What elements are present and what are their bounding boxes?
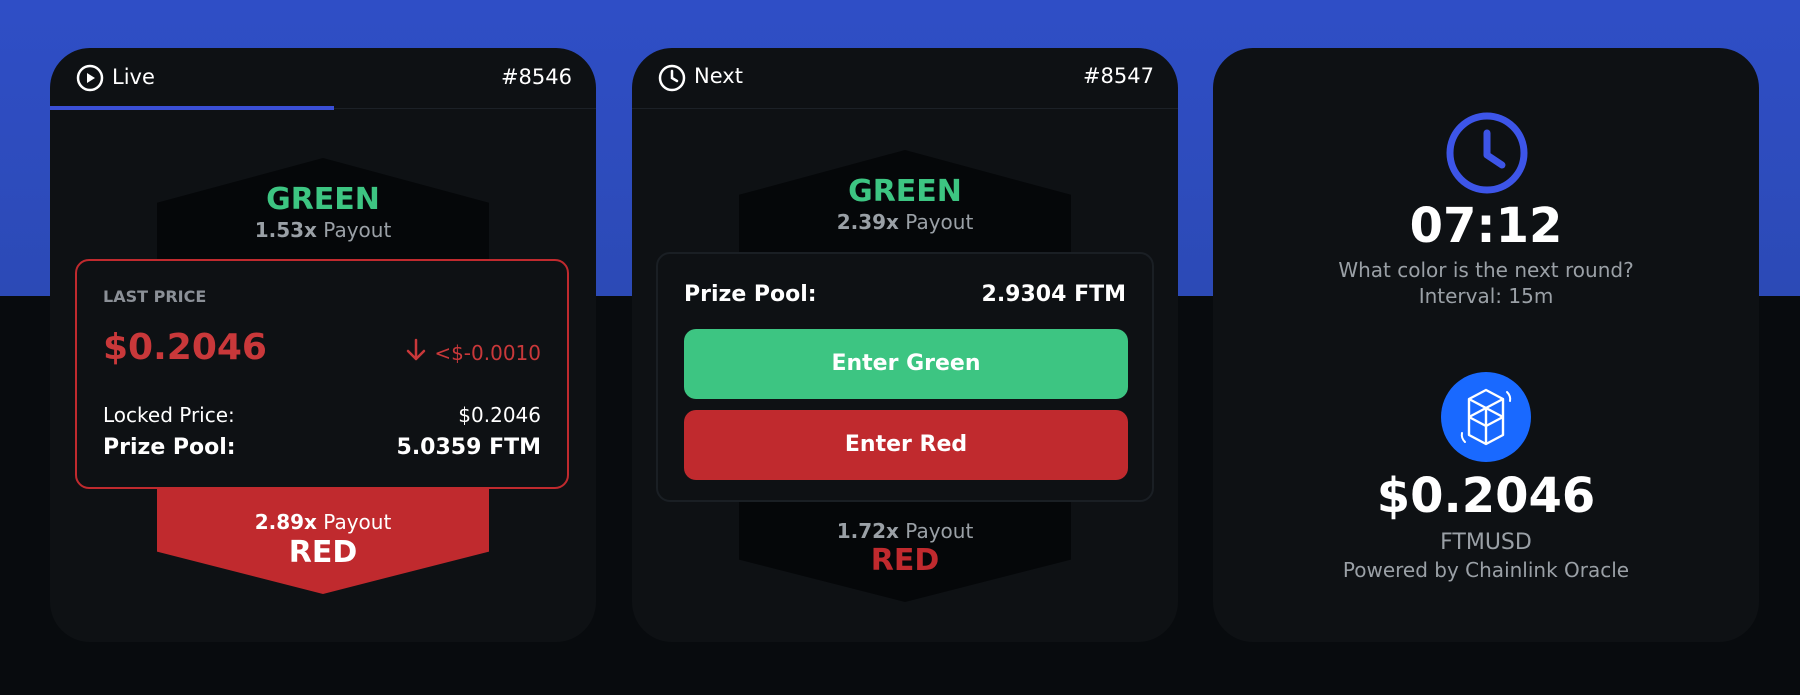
price-change: <$-0.0010 [406, 338, 541, 367]
price-change-value: <$-0.0010 [434, 340, 541, 365]
green-multiplier: 1.53x [254, 218, 317, 242]
red-payout: 1.72x Payout [632, 519, 1178, 543]
fantom-logo-icon [1441, 372, 1531, 462]
enter-panel: Prize Pool: 2.9304 FTM Enter Green Enter… [656, 252, 1154, 502]
round-interval: Interval: 15m [1418, 284, 1554, 308]
payout-word: Payout [323, 218, 392, 242]
prize-pool-label: Prize Pool: [103, 435, 236, 460]
red-multiplier: 1.72x [836, 519, 899, 543]
live-card-header: Live #8546 [50, 48, 596, 109]
locked-price-value: $0.2046 [458, 403, 541, 427]
enter-green-button[interactable]: Enter Green [684, 329, 1128, 399]
round-question: What color is the next round? [1338, 258, 1634, 282]
live-round-number: #8546 [500, 65, 572, 89]
green-payout: 2.39x Payout [632, 210, 1178, 234]
next-card-header: Next #8547 [632, 48, 1178, 109]
live-status-label: Live [112, 65, 155, 89]
green-payout: 1.53x Payout [50, 218, 596, 242]
arrow-down-icon [406, 338, 426, 367]
payout-word: Payout [905, 210, 974, 234]
last-price-panel: LAST PRICE $0.2046 <$-0.0010 Locked Pric… [75, 259, 569, 489]
prize-pool-label: Prize Pool: [684, 282, 817, 307]
red-multiplier: 2.89x [254, 510, 317, 534]
locked-price-label: Locked Price: [103, 403, 235, 427]
live-round-card: Live #8546 GREEN 1.53x Payout 2.89x Payo… [50, 48, 596, 642]
next-round-number: #8547 [1082, 64, 1154, 88]
last-price-caption: LAST PRICE [103, 287, 207, 306]
round-progress-bar [50, 106, 596, 110]
prize-pool-value: 2.9304 FTM [981, 282, 1126, 307]
oracle-credit: Powered by Chainlink Oracle [1342, 558, 1630, 582]
next-round-card: Next #8547 GREEN 2.39x Payout 1.72x Payo… [632, 48, 1178, 642]
prize-pool-row: Prize Pool: 2.9304 FTM [684, 282, 1126, 307]
green-label: GREEN [848, 174, 962, 209]
payout-word: Payout [323, 510, 392, 534]
clock-icon [658, 64, 686, 92]
token-pair: FTMUSD [1440, 530, 1532, 555]
next-status-label: Next [694, 64, 743, 88]
red-payout: 2.89x Payout [50, 510, 596, 534]
enter-red-button[interactable]: Enter Red [684, 410, 1128, 480]
info-card: 07:12 What color is the next round? Inte… [1213, 48, 1759, 642]
prize-pool-row: Prize Pool: 5.0359 FTM [103, 435, 541, 460]
token-price: $0.2046 [1376, 468, 1596, 524]
red-label: RED [288, 535, 358, 570]
round-progress-fill [50, 106, 334, 110]
play-circle-icon [76, 64, 104, 92]
countdown-timer: 07:12 [1409, 198, 1563, 254]
clock-icon [1445, 111, 1529, 195]
payout-word: Payout [905, 519, 974, 543]
green-multiplier: 2.39x [836, 210, 899, 234]
prize-pool-value: 5.0359 FTM [396, 435, 541, 460]
red-label: RED [870, 543, 940, 578]
last-price-value: $0.2046 [103, 327, 267, 368]
locked-price-row: Locked Price: $0.2046 [103, 403, 541, 427]
green-label: GREEN [266, 182, 380, 217]
